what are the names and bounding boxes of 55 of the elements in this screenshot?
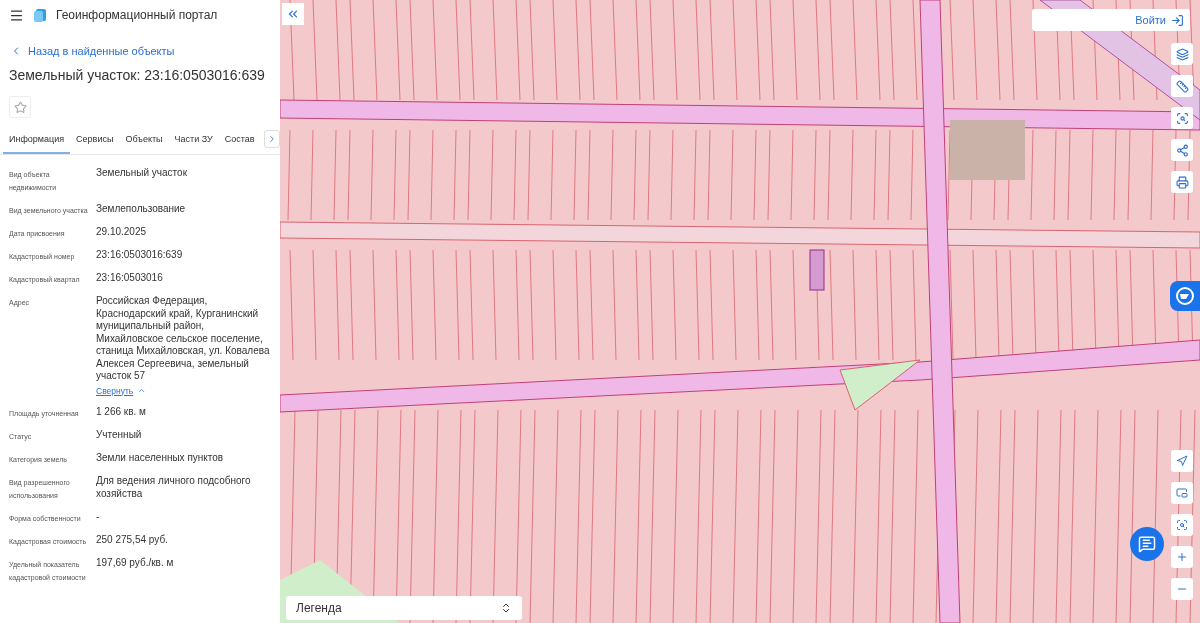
- legend-dropdown[interactable]: Легенда: [286, 596, 522, 620]
- location-search-button[interactable]: [1171, 514, 1193, 536]
- object-title: Земельный участок: 23:16:0503016:639: [9, 67, 266, 83]
- field-value: Российская Федерация, Краснодарский край, Курганинский муниципальный район, Михайловское сельское поселение, станица Михайловская, ул. Ковалева Алексея Сергеевича, земельный участок 57: [96, 295, 271, 383]
- double-chevron-left-icon: [286, 7, 300, 21]
- favorite-button[interactable]: [9, 96, 31, 118]
- field-value: Учтенный: [96, 429, 142, 442]
- ruler-button[interactable]: [1171, 75, 1193, 97]
- collapse-panel-button[interactable]: [282, 3, 304, 25]
- up-down-chevron-icon: [500, 602, 512, 614]
- field-value: Земли населенных пунктов: [96, 452, 224, 465]
- field-value: 23:16:0503016:639: [96, 249, 183, 262]
- printer-icon: [1175, 175, 1189, 189]
- field-value: 197,69 руб./кв. м: [96, 557, 174, 570]
- ruler-icon: [1175, 79, 1189, 93]
- layers-icon: [1175, 47, 1189, 61]
- portal-title: Геоинформационный портал: [56, 8, 218, 22]
- field-value: Для ведения личного подсобного хозяйства: [96, 475, 252, 500]
- logo-icon: [34, 8, 46, 22]
- zoom-in-button[interactable]: [1171, 546, 1193, 568]
- field-value: 1 266 кв. м: [96, 406, 146, 419]
- field-value: 250 275,54 руб.: [96, 534, 168, 547]
- login-icon: [1171, 13, 1184, 27]
- field-value: 29.10.2025: [96, 226, 147, 239]
- field-value: -: [96, 511, 100, 524]
- star-icon: [13, 100, 27, 114]
- tab[interactable]: Сервисы: [70, 128, 120, 154]
- field-value: 23:16:0503016: [96, 272, 163, 285]
- layers-button[interactable]: [1171, 43, 1193, 65]
- menu-icon[interactable]: [9, 7, 24, 23]
- plus-icon: [1176, 551, 1188, 563]
- field-value: Земельный участок: [96, 167, 187, 180]
- login-button[interactable]: Войти: [1032, 9, 1190, 31]
- chat-icon: [1175, 286, 1195, 306]
- field-value: Землепользование: [96, 203, 186, 216]
- minimap-button[interactable]: [1171, 482, 1193, 504]
- navigation-arrow-icon: [1176, 455, 1188, 467]
- locate-button[interactable]: [1171, 450, 1193, 472]
- message-icon: [1138, 535, 1156, 553]
- picture-in-picture-icon: [1176, 487, 1188, 499]
- scan-search-icon: [1176, 519, 1188, 531]
- scan-search-button[interactable]: [1171, 107, 1193, 129]
- tab[interactable]: Объекты: [119, 128, 169, 154]
- share-icon: [1175, 143, 1189, 157]
- collapse-link[interactable]: Свернуть: [96, 384, 147, 397]
- assistant-button[interactable]: [1170, 281, 1200, 311]
- printer-button[interactable]: [1171, 171, 1193, 193]
- zoom-out-button[interactable]: [1171, 578, 1193, 600]
- tab[interactable]: Состав: [218, 128, 261, 154]
- tab[interactable]: Части ЗУ: [168, 128, 219, 154]
- scan-search-icon: [1175, 111, 1189, 125]
- tab[interactable]: Информация: [3, 128, 71, 154]
- share-button[interactable]: [1171, 139, 1193, 161]
- chevron-right-icon: [267, 134, 277, 144]
- back-link[interactable]: Назад в найденные объекты: [10, 45, 280, 57]
